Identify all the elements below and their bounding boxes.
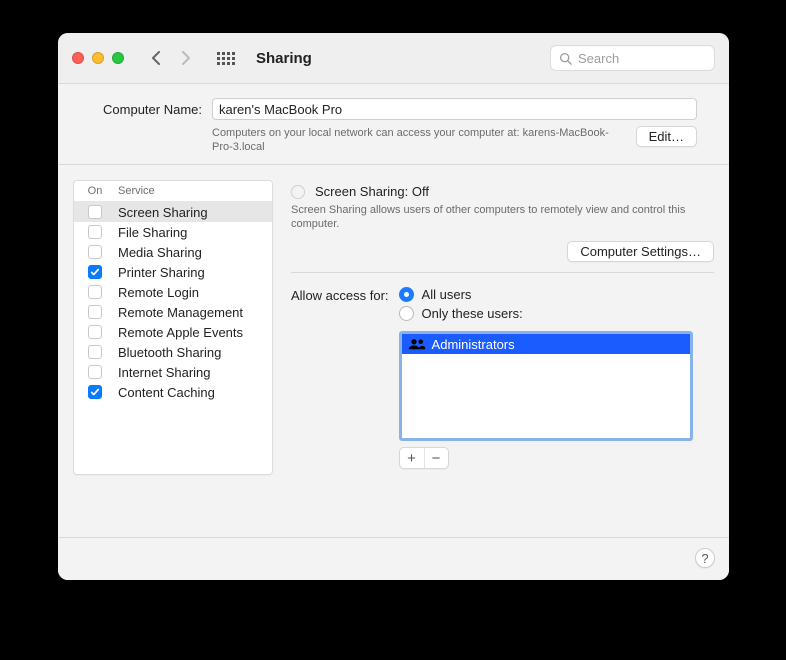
service-status-title: Screen Sharing: Off	[315, 184, 429, 199]
service-label: Remote Login	[116, 285, 199, 300]
service-label: File Sharing	[116, 225, 187, 240]
close-window-button[interactable]	[72, 52, 84, 64]
detail-divider	[291, 272, 714, 273]
service-label: Remote Apple Events	[116, 325, 243, 340]
back-button[interactable]	[144, 46, 170, 70]
zoom-window-button[interactable]	[112, 52, 124, 64]
group-icon	[408, 337, 426, 351]
service-row[interactable]: Internet Sharing	[74, 362, 272, 382]
service-label: Screen Sharing	[116, 205, 208, 220]
allow-only-users-label: Only these users:	[422, 306, 523, 321]
search-icon	[559, 52, 572, 65]
service-row[interactable]: Bluetooth Sharing	[74, 342, 272, 362]
service-checkbox[interactable]	[88, 245, 102, 259]
computer-name-note: Computers on your local network can acce…	[212, 126, 626, 154]
forward-button[interactable]	[172, 46, 198, 70]
users-list-item-label: Administrators	[432, 337, 515, 352]
allow-only-users-option[interactable]: Only these users:	[399, 306, 693, 321]
service-description: Screen Sharing allows users of other com…	[291, 203, 714, 231]
service-row[interactable]: File Sharing	[74, 222, 272, 242]
service-label: Internet Sharing	[116, 365, 211, 380]
radio-selected-icon	[399, 287, 414, 302]
service-checkbox[interactable]	[88, 265, 102, 279]
service-checkbox[interactable]	[88, 305, 102, 319]
service-label: Remote Management	[116, 305, 243, 320]
service-detail-pane: Screen Sharing: Off Screen Sharing allow…	[291, 180, 714, 565]
service-checkbox[interactable]	[88, 385, 102, 399]
add-user-button[interactable]: +	[400, 448, 424, 468]
remove-user-button[interactable]: −	[424, 448, 448, 468]
window-controls	[72, 52, 124, 64]
computer-name-section: Computer Name: karen's MacBook Pro Compu…	[58, 84, 729, 165]
service-checkbox[interactable]	[88, 225, 102, 239]
check-icon	[90, 387, 100, 397]
computer-name-field[interactable]: karen's MacBook Pro	[212, 98, 697, 120]
service-row[interactable]: Printer Sharing	[74, 262, 272, 282]
service-checkbox[interactable]	[88, 325, 102, 339]
search-input[interactable]	[576, 50, 706, 67]
pane-title: Sharing	[256, 50, 312, 67]
enable-service-radio-disabled	[291, 185, 305, 199]
services-list[interactable]: Screen Sharing File Sharing Media Sharing P…	[74, 202, 272, 474]
service-label: Media Sharing	[116, 245, 202, 260]
service-row[interactable]: Remote Login	[74, 282, 272, 302]
chevron-right-icon	[179, 51, 191, 65]
show-all-button[interactable]	[214, 46, 238, 70]
sharing-preferences-window: Sharing Computer Name: karen's MacBook P…	[58, 33, 729, 580]
search-field[interactable]	[550, 45, 715, 71]
minimize-window-button[interactable]	[92, 52, 104, 64]
radio-unselected-icon	[399, 306, 414, 321]
allow-access-row: Allow access for: All users Only these u…	[291, 287, 714, 469]
service-checkbox[interactable]	[88, 205, 102, 219]
service-row[interactable]: Media Sharing	[74, 242, 272, 262]
service-checkbox[interactable]	[88, 365, 102, 379]
toolbar: Sharing	[58, 33, 729, 84]
service-row[interactable]: Remote Apple Events	[74, 322, 272, 342]
nav-buttons	[144, 46, 198, 70]
grid-icon	[217, 52, 235, 65]
services-table: On Service Screen Sharing File Sharing Med…	[73, 180, 273, 475]
chevron-left-icon	[151, 51, 163, 65]
footer-separator	[58, 537, 729, 538]
services-header-service: Service	[116, 185, 155, 197]
service-checkbox[interactable]	[88, 345, 102, 359]
service-row[interactable]: Content Caching	[74, 382, 272, 402]
allow-all-users-option[interactable]: All users	[399, 287, 693, 302]
computer-name-label: Computer Name:	[90, 102, 202, 117]
service-row[interactable]: Screen Sharing	[74, 202, 272, 222]
check-icon	[90, 267, 100, 277]
service-label: Bluetooth Sharing	[116, 345, 221, 360]
help-button[interactable]: ?	[695, 548, 715, 568]
service-label: Content Caching	[116, 385, 215, 400]
service-label: Printer Sharing	[116, 265, 205, 280]
edit-hostname-button[interactable]: Edit…	[636, 126, 697, 147]
users-list-item[interactable]: Administrators	[402, 334, 690, 354]
main-area: On Service Screen Sharing File Sharing Med…	[58, 165, 729, 580]
allow-access-label: Allow access for:	[291, 287, 389, 469]
services-header-on: On	[74, 185, 116, 197]
users-list-box[interactable]: Administrators	[399, 331, 693, 441]
user-list-buttons: + −	[399, 447, 449, 469]
service-row[interactable]: Remote Management	[74, 302, 272, 322]
service-checkbox[interactable]	[88, 285, 102, 299]
computer-settings-button[interactable]: Computer Settings…	[567, 241, 714, 262]
allow-all-users-label: All users	[422, 287, 472, 302]
